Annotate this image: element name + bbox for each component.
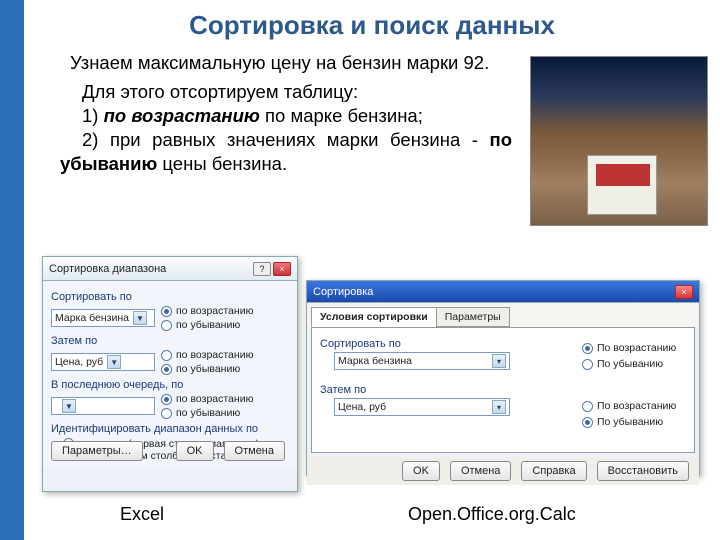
radio-icon: [161, 394, 172, 405]
ok-button[interactable]: OK: [402, 461, 440, 481]
radio-icon: [582, 417, 593, 428]
calc-sort1-desc[interactable]: По убыванию: [582, 358, 676, 370]
excel-button-row: Параметры… OK Отмена: [51, 441, 289, 461]
calc-field1-combo[interactable]: Марка бензина ▾: [334, 352, 510, 370]
chevron-down-icon: ▾: [492, 354, 506, 368]
tab-parameters[interactable]: Параметры: [436, 307, 510, 327]
calc-sort-dialog: Сортировка × Условия сортировки Параметр…: [306, 280, 700, 476]
combo-value: [55, 400, 58, 412]
sort-field-2-combo[interactable]: Цена, руб ▼: [51, 353, 155, 371]
sort3-desc-radio[interactable]: по убыванию: [161, 407, 253, 419]
close-button[interactable]: ×: [273, 262, 291, 276]
excel-dialog-title: Сортировка диапазона: [49, 263, 251, 275]
sort-field-3-combo[interactable]: ▼: [51, 397, 155, 415]
help-button[interactable]: Справка: [521, 461, 586, 481]
radio-icon: [161, 350, 172, 361]
radio-icon: [161, 364, 172, 375]
calc-titlebar: Сортировка ×: [307, 281, 699, 303]
chevron-down-icon: ▼: [62, 399, 76, 413]
excel-caption: Excel: [120, 504, 164, 525]
sort2-asc-radio[interactable]: по возрастанию: [161, 349, 253, 361]
ok-button[interactable]: OK: [176, 441, 214, 461]
sort1-desc-radio[interactable]: по убыванию: [161, 319, 253, 331]
radio-icon: [582, 401, 593, 412]
params-button[interactable]: Параметры…: [51, 441, 143, 461]
radio-icon: [161, 320, 172, 331]
combo-value: Цена, руб: [55, 356, 103, 368]
steps-line1: Для этого отсортируем таблицу:: [60, 80, 512, 104]
excel-dialog-body: Сортировать по Марка бензина ▼ по возраст…: [43, 281, 297, 467]
cancel-button[interactable]: Отмена: [224, 441, 285, 461]
side-accent-bar: [0, 0, 24, 540]
sort2-desc-radio[interactable]: по убыванию: [161, 363, 253, 375]
excel-sort-dialog: Сортировка диапазона ? × Сортировать по …: [42, 256, 298, 492]
radio-icon: [161, 408, 172, 419]
gas-station-photo: [530, 56, 708, 226]
sort-by-label: Сортировать по: [51, 291, 289, 303]
chevron-down-icon: ▾: [492, 400, 506, 414]
slide-title: Сортировка и поиск данных: [42, 10, 702, 41]
radio-icon: [582, 343, 593, 354]
calc-sort2-asc[interactable]: По возрастанию: [582, 400, 676, 412]
radio-icon: [582, 359, 593, 370]
calc-dialog-title: Сортировка: [313, 286, 673, 298]
excel-titlebar: Сортировка диапазона ? ×: [43, 257, 297, 281]
calc-field2-combo[interactable]: Цена, руб ▾: [334, 398, 510, 416]
calc-then-by-label: Затем по: [320, 384, 686, 396]
calc-tabs: Условия сортировки Параметры: [307, 303, 699, 327]
calc-button-row: OK Отмена Справка Восстановить: [307, 457, 699, 485]
then-by-label: Затем по: [51, 335, 289, 347]
tab-sort-conditions[interactable]: Условия сортировки: [311, 307, 437, 327]
steps-line3: 2) при равных значениях марки бензина - …: [60, 128, 512, 176]
sort3-asc-radio[interactable]: по возрастанию: [161, 393, 253, 405]
reset-button[interactable]: Восстановить: [597, 461, 689, 481]
calc-sort1-asc[interactable]: По возрастанию: [582, 342, 676, 354]
radio-icon: [161, 306, 172, 317]
calc-sort2-desc[interactable]: По убыванию: [582, 416, 676, 428]
chevron-down-icon: ▼: [107, 355, 121, 369]
combo-value: Марка бензина: [55, 312, 129, 324]
combo-value: Цена, руб: [338, 401, 488, 413]
identify-label: Идентифицировать диапазон данных по: [51, 423, 289, 435]
gas-pump: [587, 155, 657, 215]
help-button[interactable]: ?: [253, 262, 271, 276]
calc-body: Сортировать по Марка бензина▾ По возраст…: [311, 327, 695, 453]
cancel-button[interactable]: Отмена: [450, 461, 511, 481]
combo-value: Марка бензина: [338, 355, 488, 367]
chevron-down-icon: ▼: [133, 311, 147, 325]
calc-sort1-radios: По возрастанию По убыванию: [582, 342, 676, 370]
screenshots-area: Сортировка диапазона ? × Сортировать по …: [42, 256, 702, 502]
calc-caption: Open.Office.org.Calc: [408, 504, 576, 525]
sort1-asc-radio[interactable]: по возрастанию: [161, 305, 253, 317]
intro-text: Узнаем максимальную цену на бензин марки…: [70, 52, 489, 73]
calc-sort2-radios: По возрастанию По убыванию: [582, 400, 676, 428]
last-by-label: В последнюю очередь, по: [51, 379, 289, 391]
close-button[interactable]: ×: [675, 285, 693, 299]
steps-line2: 1) по возрастанию по марке бензина;: [60, 104, 512, 128]
sort-field-1-combo[interactable]: Марка бензина ▼: [51, 309, 155, 327]
